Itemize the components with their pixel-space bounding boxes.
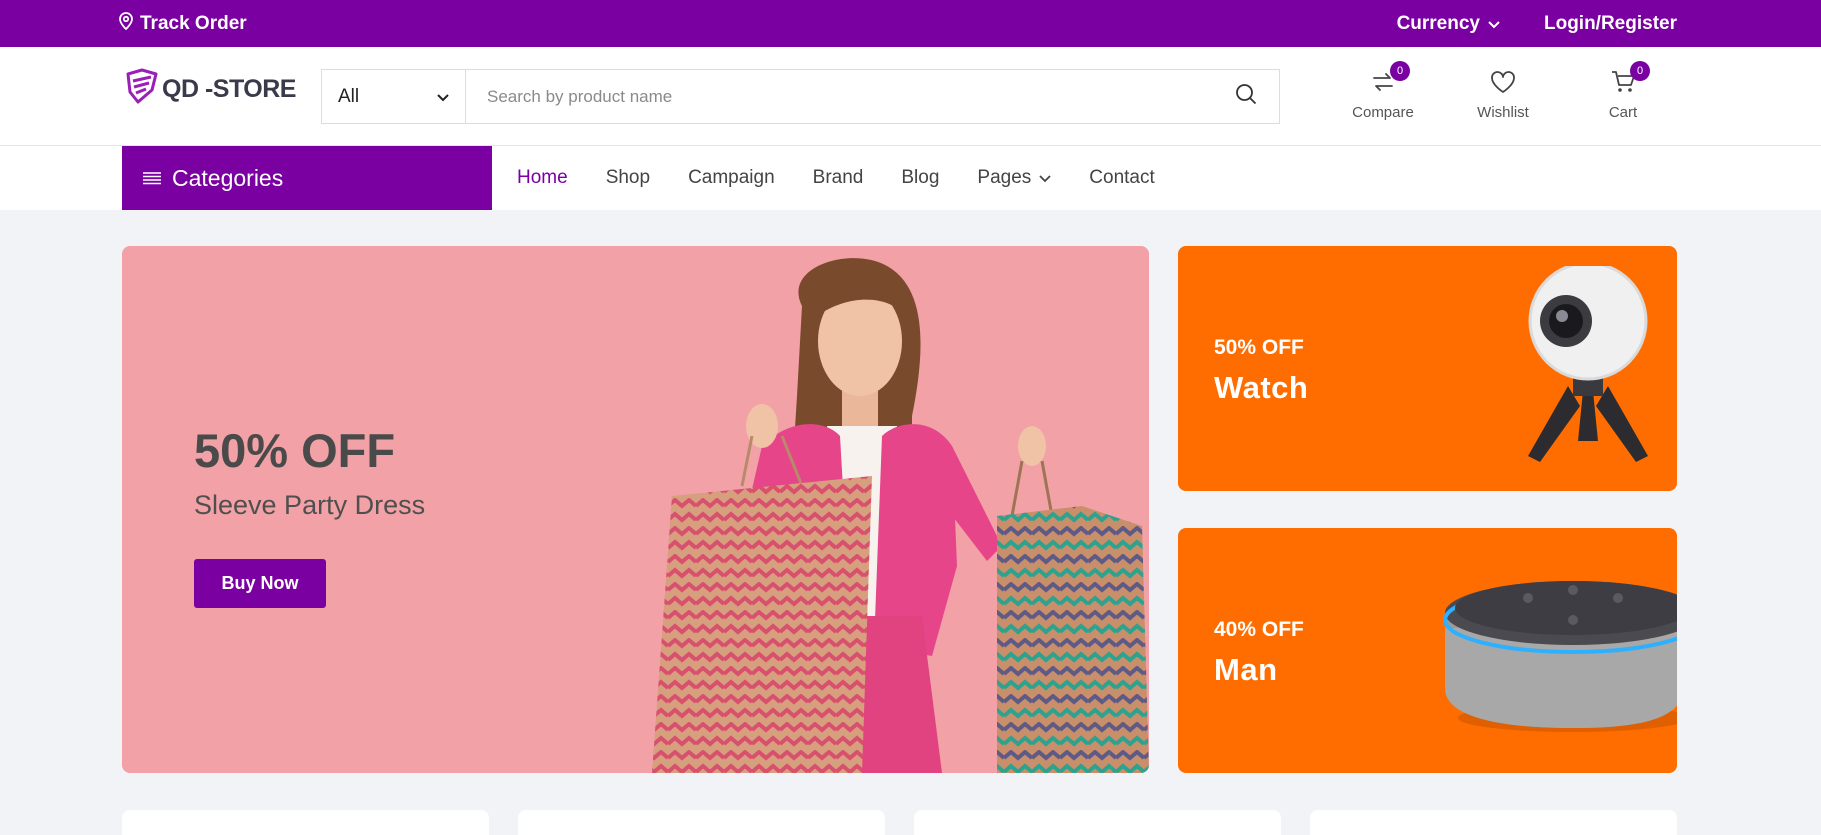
nav-link-blog[interactable]: Blog bbox=[901, 167, 939, 189]
logo-text: QD -STORE bbox=[162, 74, 296, 103]
hero-discount: 50% OFF bbox=[194, 424, 396, 477]
logo-shield-icon bbox=[124, 68, 160, 111]
categories-label: Categories bbox=[172, 164, 284, 191]
chevron-down-icon bbox=[437, 86, 449, 108]
feature-card bbox=[914, 810, 1281, 835]
wishlist-label: Wishlist bbox=[1477, 104, 1529, 121]
cart-count-badge: 0 bbox=[1630, 61, 1650, 81]
compare-count-badge: 0 bbox=[1390, 61, 1410, 81]
smart-speaker-image bbox=[1443, 581, 1677, 732]
hero-subtitle: Sleeve Party Dress bbox=[194, 490, 426, 520]
promo-title: Man bbox=[1214, 652, 1278, 687]
hero-banner: 50% OFF Sleeve Party Dress Buy Now bbox=[122, 246, 1149, 773]
compare-button[interactable]: 0 Compare bbox=[1338, 61, 1428, 121]
currency-label: Currency bbox=[1396, 12, 1480, 34]
feature-card bbox=[1310, 810, 1677, 835]
nav-link-brand[interactable]: Brand bbox=[813, 167, 864, 189]
buy-now-button[interactable]: Buy Now bbox=[194, 559, 326, 608]
cart-button[interactable]: 0 Cart bbox=[1578, 61, 1668, 121]
promo-title: Watch bbox=[1214, 370, 1309, 405]
feature-card bbox=[518, 810, 885, 835]
nav-link-pages[interactable]: Pages bbox=[977, 167, 1051, 189]
cart-label: Cart bbox=[1608, 104, 1638, 121]
main-nav: Categories Home Shop Campaign Brand Blog… bbox=[0, 146, 1821, 210]
compare-label: Compare bbox=[1352, 104, 1414, 121]
search-bar: All bbox=[321, 69, 1280, 124]
nav-link-campaign[interactable]: Campaign bbox=[688, 167, 775, 189]
feature-card bbox=[122, 810, 489, 835]
chevron-down-icon bbox=[1488, 13, 1500, 35]
heart-icon bbox=[1490, 70, 1516, 99]
promo-card-man[interactable]: 40% OFF Man bbox=[1178, 528, 1677, 773]
location-pin-icon bbox=[118, 11, 134, 36]
categories-button[interactable]: Categories bbox=[122, 146, 492, 210]
wishlist-button[interactable]: Wishlist bbox=[1458, 69, 1548, 121]
promo-card-watch[interactable]: 50% OFF Watch bbox=[1178, 246, 1677, 491]
menu-lines-icon bbox=[142, 165, 162, 192]
nav-link-home[interactable]: Home bbox=[517, 167, 568, 189]
hero-model-image bbox=[652, 258, 1149, 773]
track-order-link[interactable]: Track Order bbox=[118, 0, 247, 47]
nav-link-shop[interactable]: Shop bbox=[606, 167, 650, 189]
nav-link-contact[interactable]: Contact bbox=[1089, 167, 1154, 189]
search-icon bbox=[1235, 83, 1257, 110]
top-bar: Track Order Currency Login/Register bbox=[0, 0, 1821, 47]
site-logo[interactable]: QD -STORE bbox=[124, 68, 296, 111]
chevron-down-icon bbox=[1039, 167, 1051, 189]
category-select-value: All bbox=[338, 85, 360, 107]
search-button[interactable] bbox=[1213, 70, 1279, 123]
login-register-link[interactable]: Login/Register bbox=[1544, 13, 1677, 35]
nav-link-pages-label: Pages bbox=[977, 167, 1032, 188]
promo-discount: 40% OFF bbox=[1214, 618, 1304, 641]
360-camera-image bbox=[1528, 266, 1648, 462]
track-order-label: Track Order bbox=[140, 12, 247, 34]
category-select[interactable]: All bbox=[322, 70, 466, 123]
search-input[interactable] bbox=[466, 70, 1213, 123]
header: QD -STORE All 0 Compare bbox=[0, 47, 1821, 146]
promo-discount: 50% OFF bbox=[1214, 336, 1304, 359]
currency-dropdown[interactable]: Currency bbox=[1397, 13, 1500, 35]
